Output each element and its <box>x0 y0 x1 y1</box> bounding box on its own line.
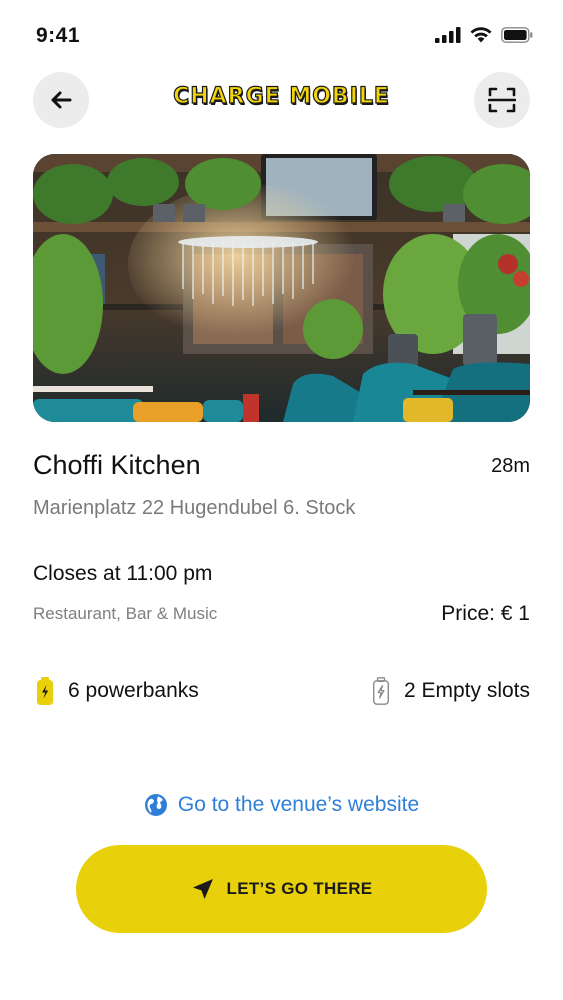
status-icons <box>435 26 533 43</box>
venue-photo <box>33 154 530 422</box>
status-time: 9:41 <box>36 24 81 47</box>
globe-icon <box>144 794 167 816</box>
lets-go-there-button[interactable]: LET’S GO THERE <box>76 845 487 933</box>
empty-slots: 2 Empty slots <box>372 677 530 705</box>
navigation-arrow-icon <box>192 879 213 899</box>
venue-website-label[interactable]: Go to the venue’s website <box>178 793 419 817</box>
lets-go-there-label[interactable]: LET’S GO THERE <box>227 879 373 899</box>
empty-slot-icon <box>372 677 389 705</box>
empty-slots-label: 2 Empty slots <box>403 679 530 702</box>
scan-button[interactable] <box>474 72 530 128</box>
opening-hours: Closes at 11:00 pm <box>33 562 213 585</box>
venue-photo-illustration <box>33 154 530 422</box>
venue-address: Marienplatz 22 Hugendubel 6. Stock <box>33 497 356 519</box>
header: CHARGE MOBILE <box>0 72 563 128</box>
status-bar: 9:41 <box>0 0 563 70</box>
powerbanks-available: 6 powerbanks <box>36 677 199 705</box>
battery-icon <box>501 26 533 43</box>
powerbank-icon <box>37 677 53 705</box>
venue-website-link[interactable]: Go to the venue’s website <box>0 793 563 817</box>
signal-icon <box>435 26 461 43</box>
wifi-icon <box>470 27 492 43</box>
rental-price: Price: € 1 <box>441 602 530 625</box>
venue-name: Choffi Kitchen <box>33 450 201 480</box>
powerbanks-label: 6 powerbanks <box>68 679 199 702</box>
venue-category: Restaurant, Bar & Music <box>33 604 218 623</box>
scan-icon <box>488 87 516 113</box>
venue-distance: 28m <box>491 455 530 477</box>
